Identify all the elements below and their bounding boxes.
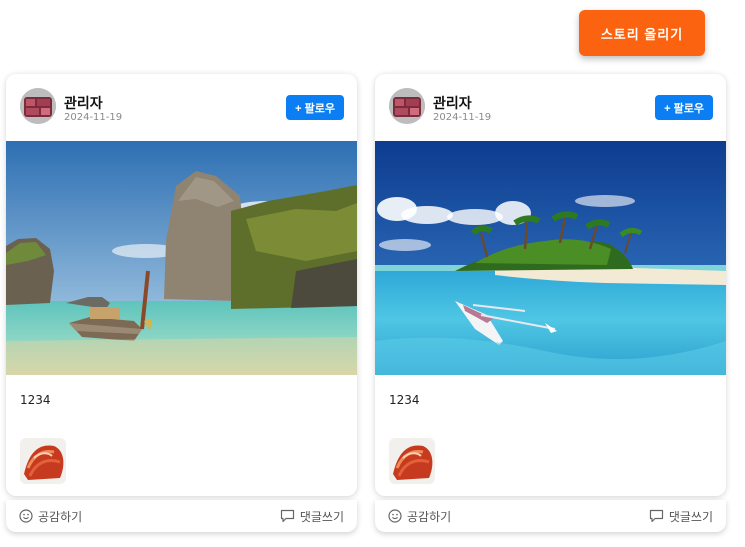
follow-button[interactable]: + 팔로우 — [286, 95, 344, 120]
post-actions: 공감하기 댓글쓰기 — [6, 500, 357, 532]
comment-label: 댓글쓰기 — [299, 509, 344, 524]
post-actions: 공감하기 댓글쓰기 — [375, 500, 726, 532]
smile-icon — [19, 509, 33, 523]
post-image-tropical-island[interactable] — [375, 141, 726, 375]
attached-image-thumbnail[interactable] — [20, 438, 66, 484]
post-image-beach-longtail-boat[interactable] — [6, 141, 357, 375]
attached-image-thumbnail[interactable] — [389, 438, 435, 484]
post-card: 관리자 2024-11-19 + 팔로우 1234 공감하기 댓글쓰기 — [6, 74, 357, 532]
speech-bubble-icon — [280, 509, 295, 523]
avatar[interactable] — [20, 88, 56, 124]
post-date: 2024-11-19 — [64, 112, 123, 123]
like-button[interactable]: 공감하기 — [19, 508, 82, 525]
smile-icon — [388, 509, 402, 523]
upload-story-button[interactable]: 스토리 올리기 — [579, 10, 705, 56]
follow-button[interactable]: + 팔로우 — [655, 95, 713, 120]
post-text: 1234 — [20, 393, 51, 407]
avatar[interactable] — [389, 88, 425, 124]
like-label: 공감하기 — [38, 509, 83, 524]
post-header: 관리자 2024-11-19 + 팔로우 — [6, 74, 357, 141]
like-button[interactable]: 공감하기 — [388, 508, 451, 525]
post-card: 관리자 2024-11-19 + 팔로우 1234 공감하기 댓글쓰기 — [375, 74, 726, 532]
comment-button[interactable]: 댓글쓰기 — [649, 508, 713, 525]
post-date: 2024-11-19 — [433, 112, 492, 123]
speech-bubble-icon — [649, 509, 664, 523]
author-name[interactable]: 관리자 — [433, 93, 472, 113]
post-header: 관리자 2024-11-19 + 팔로우 — [375, 74, 726, 141]
post-text: 1234 — [389, 393, 420, 407]
feed-page: 스토리 올리기 관리자 2024-11-19 + 팔로우 1234 공감하기 댓… — [0, 0, 745, 547]
author-name[interactable]: 관리자 — [64, 93, 103, 113]
comment-label: 댓글쓰기 — [668, 509, 713, 524]
post-card-body: 관리자 2024-11-19 + 팔로우 1234 — [375, 74, 726, 496]
like-label: 공감하기 — [407, 509, 452, 524]
post-card-body: 관리자 2024-11-19 + 팔로우 1234 — [6, 74, 357, 496]
comment-button[interactable]: 댓글쓰기 — [280, 508, 344, 525]
